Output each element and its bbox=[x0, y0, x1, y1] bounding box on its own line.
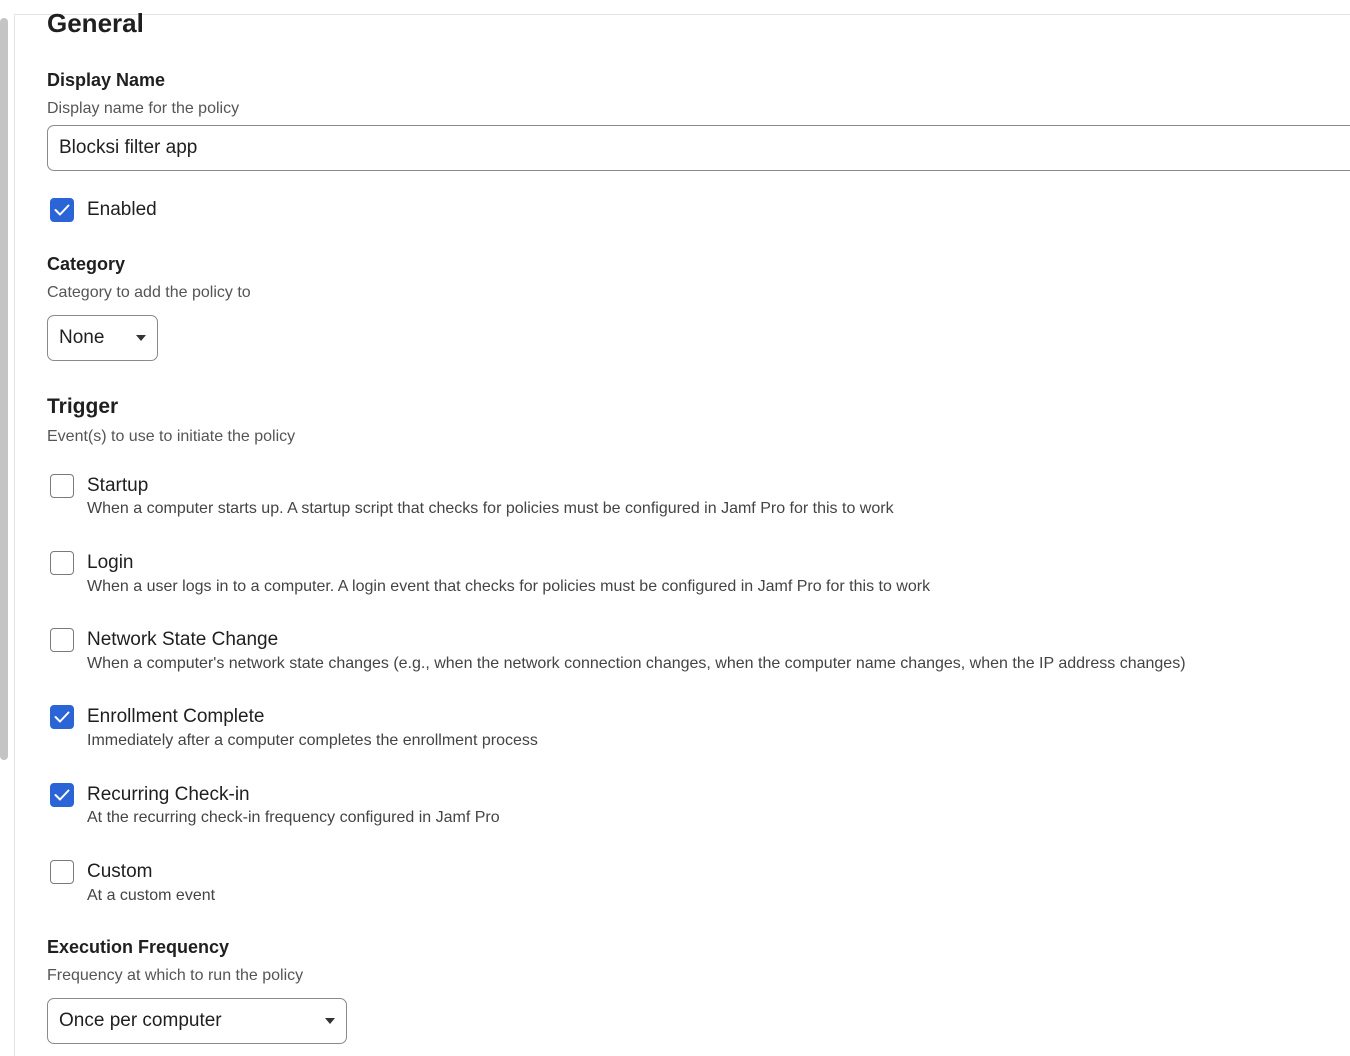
checkmark-icon bbox=[54, 204, 70, 216]
enabled-label[interactable]: Enabled bbox=[87, 199, 157, 221]
category-select[interactable]: None bbox=[47, 315, 158, 361]
top-divider bbox=[14, 14, 1350, 15]
execution-frequency-label: Execution Frequency bbox=[47, 937, 230, 957]
trigger-custom-description: At a custom event bbox=[87, 887, 216, 904]
trigger-startup-description: When a computer starts up. A startup scr… bbox=[87, 500, 894, 517]
left-divider bbox=[14, 14, 15, 1056]
caret-down-icon bbox=[136, 335, 146, 341]
trigger-enrollment-complete-label[interactable]: Enrollment Complete bbox=[87, 706, 264, 728]
category-selected-value: None bbox=[59, 327, 105, 348]
trigger-recurring-check-in-checkbox[interactable] bbox=[50, 783, 74, 807]
trigger-login-checkbox[interactable] bbox=[50, 551, 74, 575]
trigger-recurring-check-in-description: At the recurring check-in frequency conf… bbox=[87, 809, 500, 826]
execution-frequency-description: Frequency at which to run the policy bbox=[47, 967, 304, 984]
display-name-description: Display name for the policy bbox=[47, 100, 240, 117]
trigger-enrollment-complete-checkbox[interactable] bbox=[50, 705, 74, 729]
trigger-startup-checkbox[interactable] bbox=[50, 474, 74, 498]
category-label: Category bbox=[47, 254, 126, 274]
trigger-custom-label[interactable]: Custom bbox=[87, 861, 152, 883]
trigger-network-state-change-label[interactable]: Network State Change bbox=[87, 629, 278, 651]
checkmark-icon bbox=[54, 711, 70, 723]
scrollbar[interactable] bbox=[0, 18, 8, 760]
enabled-checkbox[interactable] bbox=[50, 198, 74, 222]
checkmark-icon bbox=[54, 789, 70, 801]
display-name-input[interactable] bbox=[47, 125, 1350, 171]
trigger-custom-checkbox[interactable] bbox=[50, 860, 74, 884]
execution-frequency-selected-value: Once per computer bbox=[59, 1010, 222, 1031]
section-title: General bbox=[47, 8, 144, 38]
trigger-login-label[interactable]: Login bbox=[87, 552, 134, 574]
trigger-label: Trigger bbox=[47, 395, 119, 418]
trigger-network-state-change-description: When a computer's network state changes … bbox=[87, 655, 1186, 672]
policy-general-page: General Display Name Display name for th… bbox=[0, 0, 1350, 1056]
trigger-enrollment-complete-description: Immediately after a computer completes t… bbox=[87, 732, 538, 749]
trigger-recurring-check-in-label[interactable]: Recurring Check-in bbox=[87, 784, 250, 806]
category-description: Category to add the policy to bbox=[47, 284, 251, 301]
trigger-login-description: When a user logs in to a computer. A log… bbox=[87, 578, 931, 595]
trigger-network-state-change-checkbox[interactable] bbox=[50, 628, 74, 652]
display-name-label: Display Name bbox=[47, 70, 166, 90]
trigger-description: Event(s) to use to initiate the policy bbox=[47, 428, 296, 445]
caret-down-icon bbox=[325, 1018, 335, 1024]
trigger-startup-label[interactable]: Startup bbox=[87, 475, 148, 497]
execution-frequency-select[interactable]: Once per computer bbox=[47, 998, 347, 1044]
